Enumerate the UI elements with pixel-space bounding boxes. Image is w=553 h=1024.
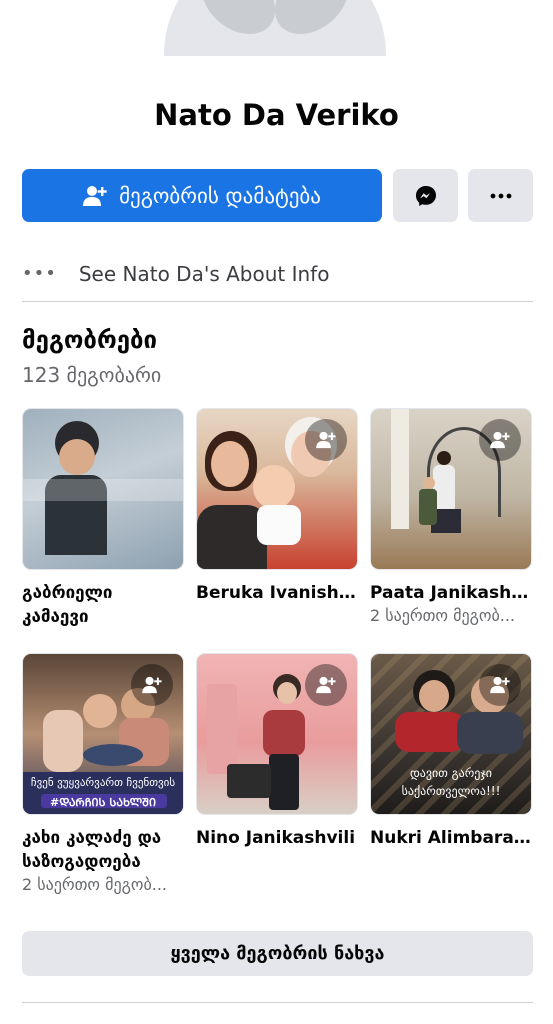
- section-divider: [22, 1002, 533, 1003]
- add-friend-badge[interactable]: [305, 419, 347, 461]
- friend-card[interactable]: Paata Janikashvili 2 საერთო მეგობ...: [370, 408, 532, 627]
- add-friend-button[interactable]: მეგობრის დამატება: [22, 169, 382, 222]
- add-friend-icon: [83, 185, 107, 207]
- friend-card[interactable]: დავით გარეჯი საქართველოა!!! Nukri Alimba…: [370, 653, 532, 850]
- friend-photo[interactable]: დავით გარეჯი საქართველოა!!!: [370, 653, 532, 815]
- friends-section-title: მეგობრები: [22, 326, 158, 354]
- profile-name: Nato Da Veriko: [154, 98, 399, 132]
- photo-caption: საქართველოა!!!: [401, 784, 501, 798]
- friend-name[interactable]: კახი კალაძე და საზოგადოება: [22, 826, 184, 874]
- messenger-icon: [414, 184, 438, 208]
- friend-card[interactable]: გაბრიელი კამაევი: [22, 408, 184, 629]
- friend-name[interactable]: Nukri Alimbarashvili: [370, 826, 532, 850]
- messenger-button[interactable]: [393, 169, 458, 222]
- default-avatar-icon: [160, 0, 390, 56]
- about-info-row[interactable]: ••• See Nato Da's About Info: [22, 246, 533, 302]
- friends-count: 123 მეგობარი: [22, 363, 162, 387]
- add-friend-badge[interactable]: [479, 419, 521, 461]
- ellipsis-icon: •••: [22, 263, 57, 284]
- add-friend-badge[interactable]: [305, 664, 347, 706]
- friend-photo[interactable]: [196, 408, 358, 570]
- friend-photo[interactable]: [196, 653, 358, 815]
- see-all-friends-button[interactable]: ყველა მეგობრის ნახვა: [22, 931, 533, 976]
- friend-name[interactable]: Nino Janikashvili: [196, 826, 358, 850]
- friend-photo[interactable]: [22, 408, 184, 570]
- add-friend-badge[interactable]: [131, 664, 173, 706]
- friend-card[interactable]: Nino Janikashvili: [196, 653, 358, 850]
- friend-card[interactable]: Beruka Ivanishvili: [196, 408, 358, 605]
- photo-caption: ჩვენ ვუყვარვართ ჩვენთვის: [30, 776, 176, 789]
- mutual-friends: 2 საერთო მეგობ...: [370, 606, 515, 625]
- photo-caption: #ᲓᲐᲠᲩᲘᲡ ᲡᲐᲮᲚᲨᲘ: [49, 796, 156, 809]
- friend-name[interactable]: Paata Janikashvili: [370, 581, 532, 605]
- mutual-friends: 2 საერთო მეგობ...: [22, 875, 167, 894]
- friend-name[interactable]: გაბრიელი კამაევი: [22, 581, 184, 629]
- friend-name[interactable]: Beruka Ivanishvili: [196, 581, 358, 605]
- profile-avatar[interactable]: [160, 0, 390, 56]
- friend-photo[interactable]: ჩვენ ვუყვარვართ ჩვენთვის #ᲓᲐᲠᲩᲘᲡ ᲡᲐᲮᲚᲨᲘ: [22, 653, 184, 815]
- photo-caption: დავით გარეჯი: [409, 766, 493, 780]
- friend-photo[interactable]: [370, 408, 532, 570]
- more-options-button[interactable]: [468, 169, 533, 222]
- add-friend-badge[interactable]: [479, 664, 521, 706]
- friend-card[interactable]: ჩვენ ვუყვარვართ ჩვენთვის #ᲓᲐᲠᲩᲘᲡ ᲡᲐᲮᲚᲨᲘ …: [22, 653, 184, 896]
- about-info-link: See Nato Da's About Info: [78, 261, 330, 286]
- add-friend-label: მეგობრის დამატება: [119, 183, 321, 208]
- more-icon: [490, 193, 512, 199]
